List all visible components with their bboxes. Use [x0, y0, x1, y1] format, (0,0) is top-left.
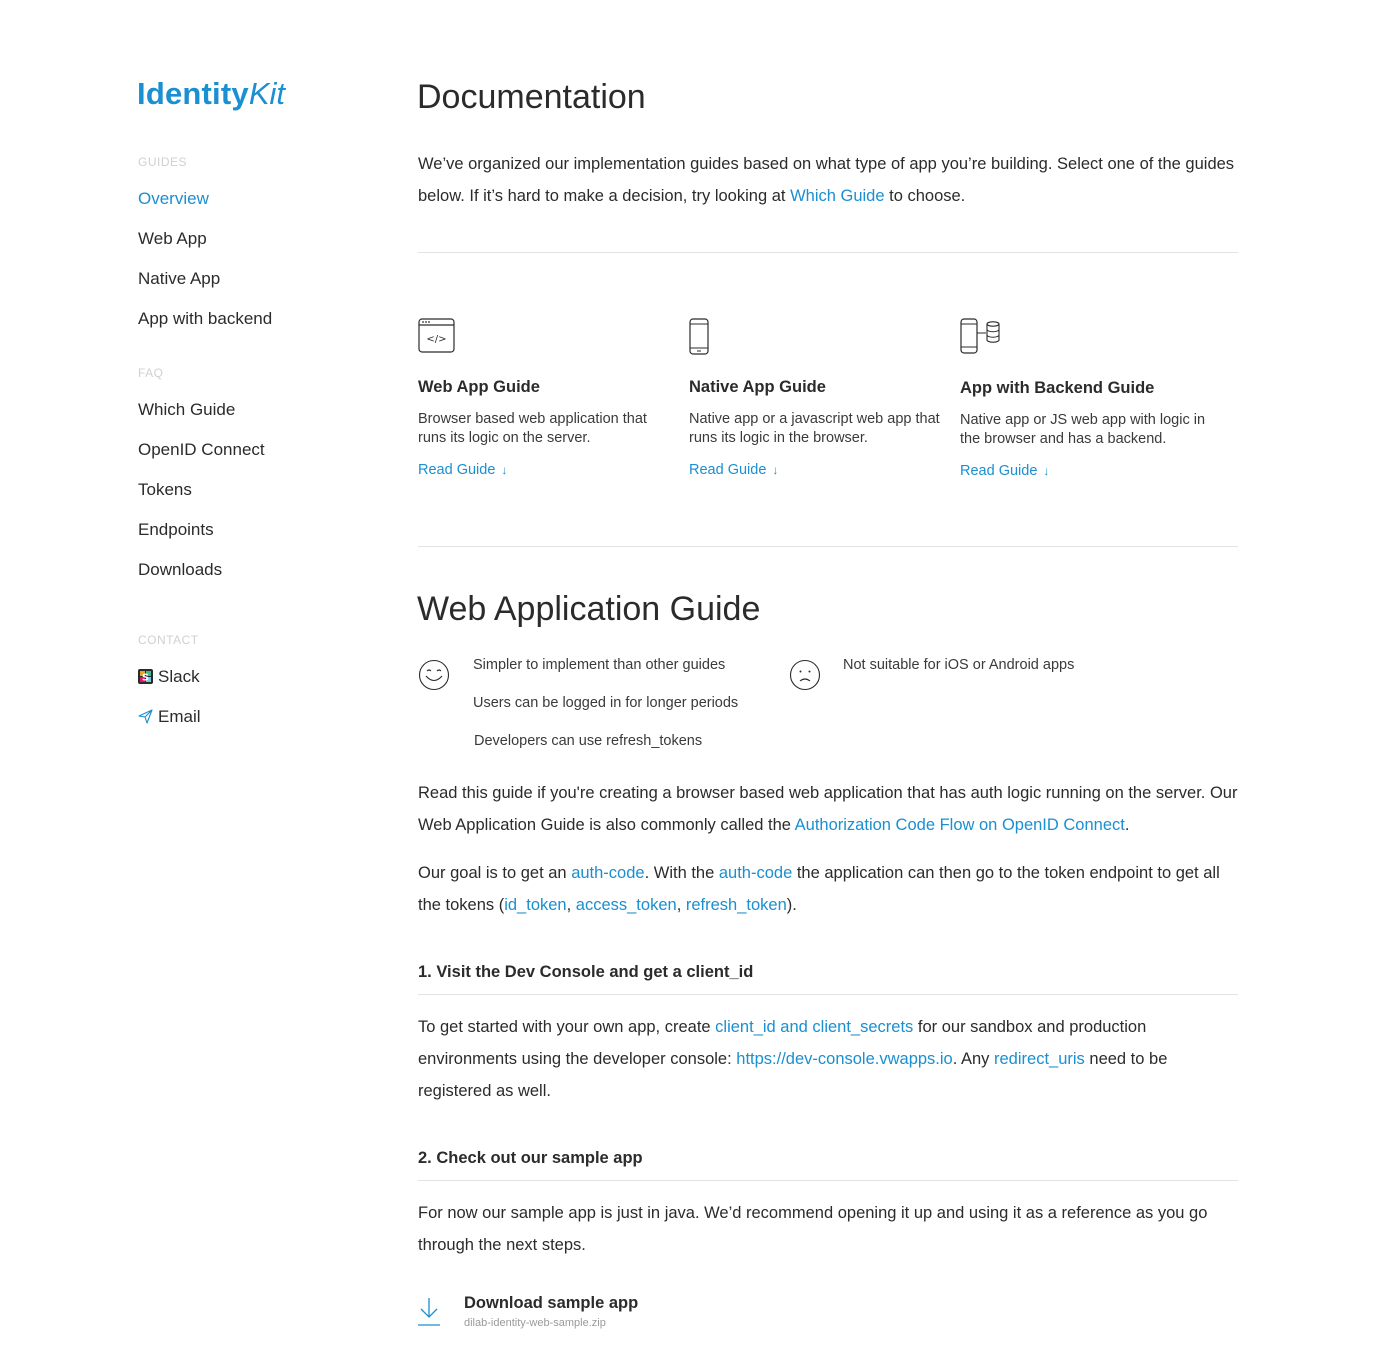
page-title: Documentation [417, 78, 646, 116]
slack-icon: S [138, 669, 153, 689]
mobile-phone-icon [689, 318, 711, 361]
paragraph-text: To get started with your own app, create [418, 1018, 716, 1036]
sidebar-item-downloads[interactable]: Downloads [138, 560, 222, 580]
sidebar-item-tokens[interactable]: Tokens [138, 480, 192, 500]
paper-plane-icon [138, 709, 153, 729]
divider [418, 546, 1238, 547]
read-guide-label: Read Guide [418, 462, 496, 478]
refresh-token-link[interactable]: refresh_token [686, 896, 787, 914]
sidebar-item-openid-connect[interactable]: OpenID Connect [138, 440, 265, 460]
section-title: Web Application Guide [417, 590, 761, 628]
auth-code-link[interactable]: auth-code [571, 864, 644, 882]
read-guide-link[interactable]: Read Guide ↓ [689, 462, 778, 478]
con-item: Not suitable for iOS or Android apps [843, 657, 1075, 673]
guide-paragraph-2: Our goal is to get an auth-code. With th… [418, 857, 1238, 921]
download-filename: dilab-identity-web-sample.zip [464, 1317, 606, 1329]
sidebar-item-slack[interactable]: S Slack [138, 667, 200, 689]
divider [418, 252, 1238, 253]
pro-item: Simpler to implement than other guides [473, 657, 726, 673]
card-description: Browser based web application that runs … [418, 411, 647, 446]
sidebar-item-endpoints[interactable]: Endpoints [138, 520, 214, 540]
which-guide-link[interactable]: Which Guide [790, 187, 884, 205]
sidebar-section-guides: GUIDES [138, 155, 188, 169]
svg-text:S: S [142, 673, 149, 684]
arrow-down-icon: ↓ [1043, 464, 1050, 478]
paragraph-text: , [566, 896, 576, 914]
pro-item: Users can be logged in for longer period… [473, 695, 739, 711]
sidebar-item-app-with-backend[interactable]: App with backend [138, 309, 272, 329]
intro-paragraph: We’ve organized our implementation guide… [418, 148, 1238, 212]
paragraph-text: . [1124, 816, 1130, 834]
card-title: App with Backend Guide [960, 379, 1155, 397]
authorization-code-flow-link[interactable]: Authorization Code Flow on OpenID Connec… [795, 816, 1125, 834]
intro-text-end: to choose. [884, 187, 966, 205]
sidebar-item-web-app[interactable]: Web App [138, 229, 207, 249]
sidebar-item-which-guide[interactable]: Which Guide [138, 400, 235, 420]
dev-console-link[interactable]: https://dev-console.vwapps.io [736, 1050, 952, 1068]
paragraph-text: ). [786, 896, 797, 914]
read-guide-link[interactable]: Read Guide ↓ [960, 463, 1049, 479]
sidebar-item-email[interactable]: Email [138, 707, 201, 729]
paragraph-text: Our goal is to get an [418, 864, 572, 882]
browser-code-icon: </> [418, 318, 456, 359]
read-guide-label: Read Guide [689, 462, 767, 478]
sidebar-section-contact: CONTACT [138, 633, 199, 647]
arrow-down-icon: ↓ [501, 463, 508, 477]
svg-text:</>: </> [426, 334, 446, 345]
client-id-secrets-link[interactable]: client_id and client_secrets [715, 1018, 913, 1036]
smile-icon [418, 659, 450, 696]
paragraph-text: , [676, 896, 686, 914]
step-2-heading: 2. Check out our sample app [418, 1149, 643, 1167]
redirect-uris-link[interactable]: redirect_uris [994, 1050, 1085, 1068]
divider [418, 1180, 1238, 1181]
logo-bold: Identity [137, 76, 249, 111]
sidebar-item-overview[interactable]: Overview [138, 189, 209, 209]
guide-paragraph-1: Read this guide if you're creating a bro… [418, 777, 1238, 841]
phone-database-icon [960, 318, 1004, 361]
paragraph-text: . With the [644, 864, 719, 882]
card-title: Native App Guide [689, 378, 826, 396]
sidebar-item-email-label: Email [158, 707, 201, 726]
read-guide-link[interactable]: Read Guide ↓ [418, 462, 507, 478]
step-1-heading: 1. Visit the Dev Console and get a clien… [418, 963, 754, 981]
download-icon[interactable] [417, 1297, 441, 1332]
sidebar-section-faq: FAQ [138, 366, 164, 380]
id-token-link[interactable]: id_token [504, 896, 566, 914]
step-2-paragraph: For now our sample app is just in java. … [418, 1204, 1208, 1254]
logo-italic: Kit [248, 76, 286, 111]
auth-code-link[interactable]: auth-code [719, 864, 792, 882]
card-description: Native app or JS web app with logic in t… [960, 412, 1206, 447]
access-token-link[interactable]: access_token [576, 896, 677, 914]
card-description: Native app or a javascript web app that … [689, 411, 940, 446]
arrow-down-icon: ↓ [772, 463, 779, 477]
download-sample-app-link[interactable]: Download sample app [464, 1294, 638, 1313]
pro-item: Developers can use refresh_tokens [474, 733, 703, 749]
read-guide-label: Read Guide [960, 463, 1038, 479]
divider [418, 994, 1238, 995]
sidebar-item-native-app[interactable]: Native App [138, 269, 220, 289]
logo[interactable]: IdentityKit [137, 78, 285, 109]
card-title: Web App Guide [418, 378, 540, 396]
step-1-paragraph: To get started with your own app, create… [418, 1011, 1238, 1107]
frown-icon [789, 659, 821, 696]
sidebar-item-slack-label: Slack [158, 667, 200, 686]
paragraph-text: . Any [952, 1050, 995, 1068]
